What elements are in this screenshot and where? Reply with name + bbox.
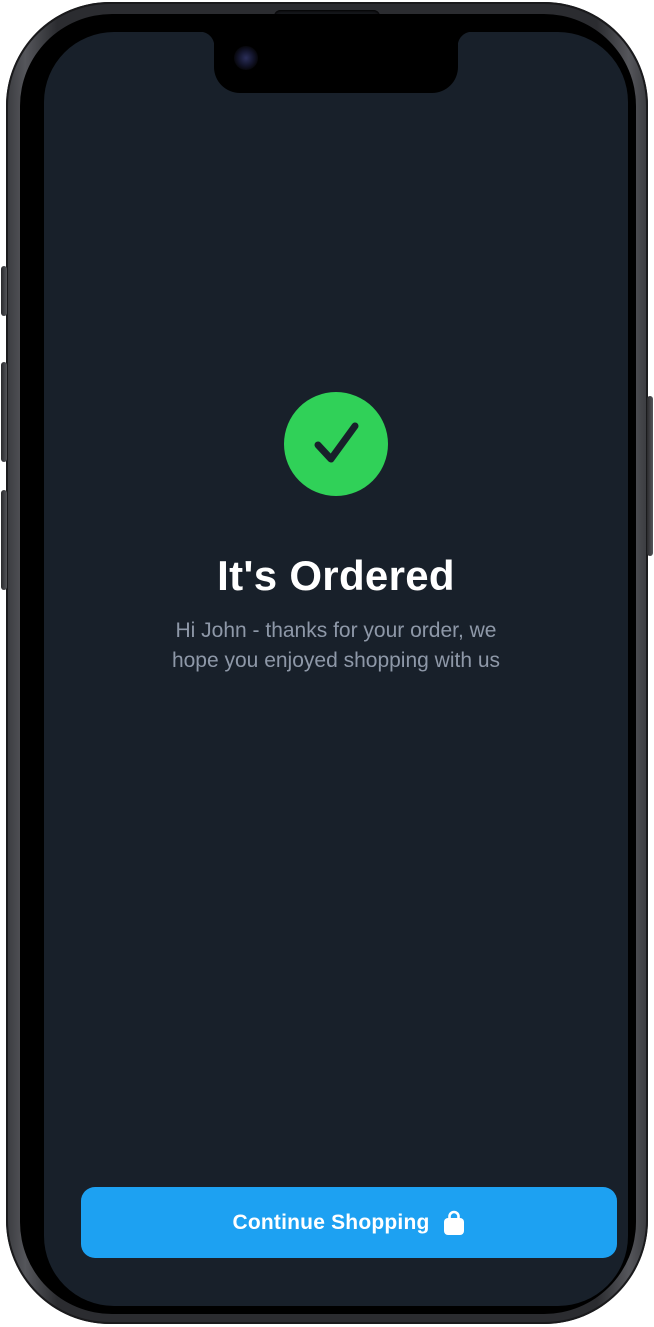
confirmation-title: It's Ordered [217, 552, 455, 599]
screen: It's Ordered Hi John - thanks for your o… [44, 32, 628, 1306]
front-camera [234, 46, 258, 70]
continue-shopping-label: Continue Shopping [232, 1210, 430, 1234]
confirmation-message: Hi John - thanks for your order, we hope… [171, 619, 501, 672]
volume-up-button [1, 362, 7, 462]
checkmark-icon [314, 422, 359, 463]
bezel: It's Ordered Hi John - thanks for your o… [20, 14, 636, 1314]
volume-down-button [1, 490, 7, 590]
shopping-bag-icon [442, 1210, 466, 1236]
phone-frame: It's Ordered Hi John - thanks for your o… [1, 2, 653, 1324]
continue-shopping-button[interactable]: Continue Shopping [81, 1187, 617, 1258]
success-badge [284, 392, 388, 496]
power-button [647, 396, 653, 556]
action-button [1, 266, 7, 316]
notch [200, 32, 472, 93]
